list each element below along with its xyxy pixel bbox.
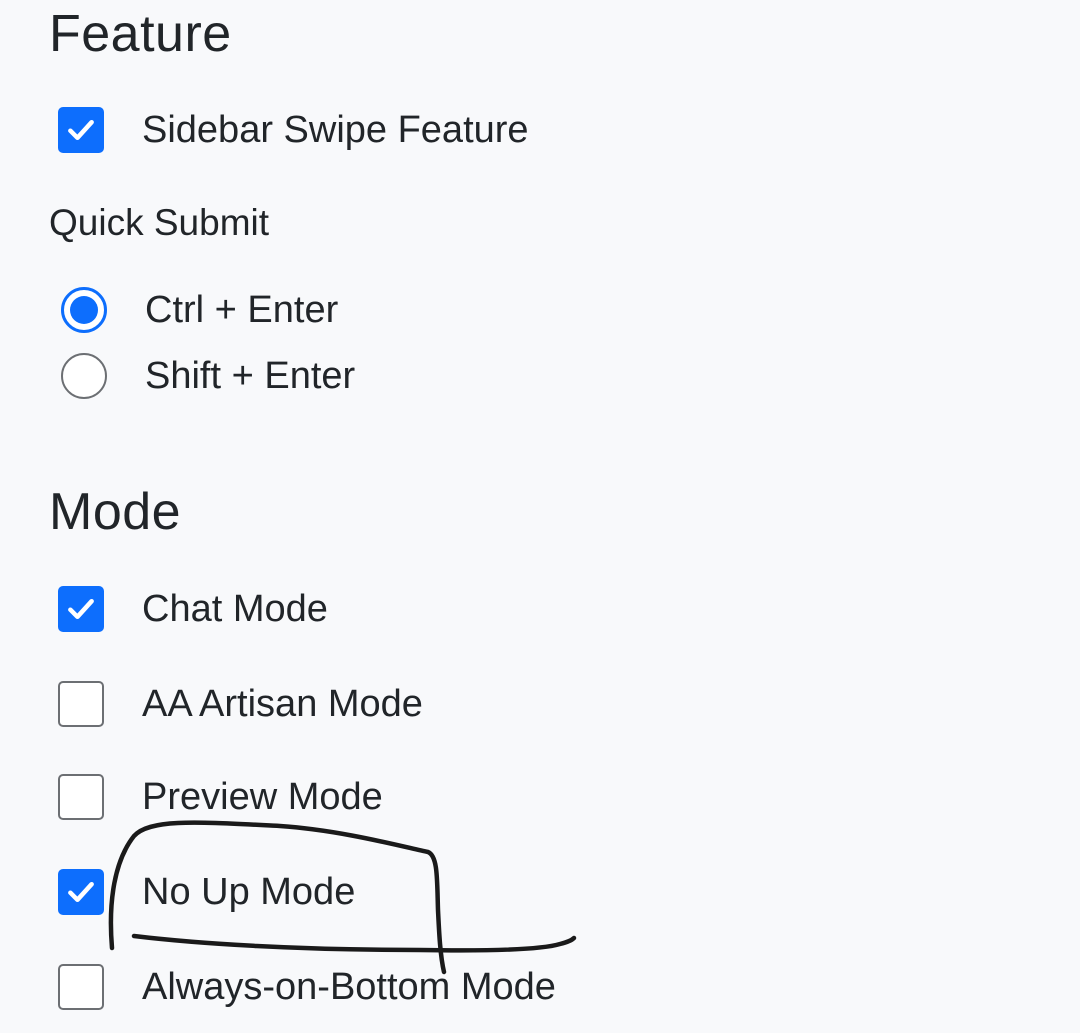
sidebar-swipe-label: Sidebar Swipe Feature (142, 109, 529, 151)
no-up-mode-label: No Up Mode (142, 871, 356, 913)
always-on-bottom-mode-label: Always-on-Bottom Mode (142, 966, 556, 1008)
preview-mode-checkbox[interactable] (58, 774, 104, 820)
aa-artisan-mode-checkbox[interactable] (58, 681, 104, 727)
checkmark-icon (68, 881, 94, 903)
aa-artisan-mode-checkbox-row[interactable]: AA Artisan Mode (58, 681, 423, 727)
settings-page: Feature Sidebar Swipe Feature Quick Subm… (0, 0, 1080, 1033)
quick-submit-option-shift-enter[interactable]: Shift + Enter (58, 353, 355, 399)
always-on-bottom-mode-checkbox[interactable] (58, 964, 104, 1010)
checkmark-icon (68, 598, 94, 620)
preview-mode-label: Preview Mode (142, 776, 383, 818)
chat-mode-checkbox[interactable] (58, 586, 104, 632)
chat-mode-checkbox-row[interactable]: Chat Mode (58, 586, 328, 632)
chat-mode-label: Chat Mode (142, 588, 328, 630)
shift-enter-radio[interactable] (61, 353, 107, 399)
mode-heading: Mode (49, 483, 182, 541)
quick-submit-option-ctrl-enter[interactable]: Ctrl + Enter (58, 287, 338, 333)
quick-submit-label: Quick Submit (49, 202, 270, 243)
no-up-mode-checkbox-row[interactable]: No Up Mode (58, 869, 355, 915)
sidebar-swipe-checkbox-row[interactable]: Sidebar Swipe Feature (58, 107, 529, 153)
radio-selected-dot (70, 296, 98, 324)
checkmark-icon (68, 119, 94, 141)
ctrl-enter-radio[interactable] (61, 287, 107, 333)
feature-heading: Feature (49, 5, 232, 63)
shift-enter-label: Shift + Enter (145, 355, 356, 397)
ctrl-enter-label: Ctrl + Enter (145, 289, 339, 331)
no-up-mode-checkbox[interactable] (58, 869, 104, 915)
always-on-bottom-mode-checkbox-row[interactable]: Always-on-Bottom Mode (58, 964, 556, 1010)
sidebar-swipe-checkbox[interactable] (58, 107, 104, 153)
preview-mode-checkbox-row[interactable]: Preview Mode (58, 774, 383, 820)
aa-artisan-mode-label: AA Artisan Mode (142, 683, 423, 725)
